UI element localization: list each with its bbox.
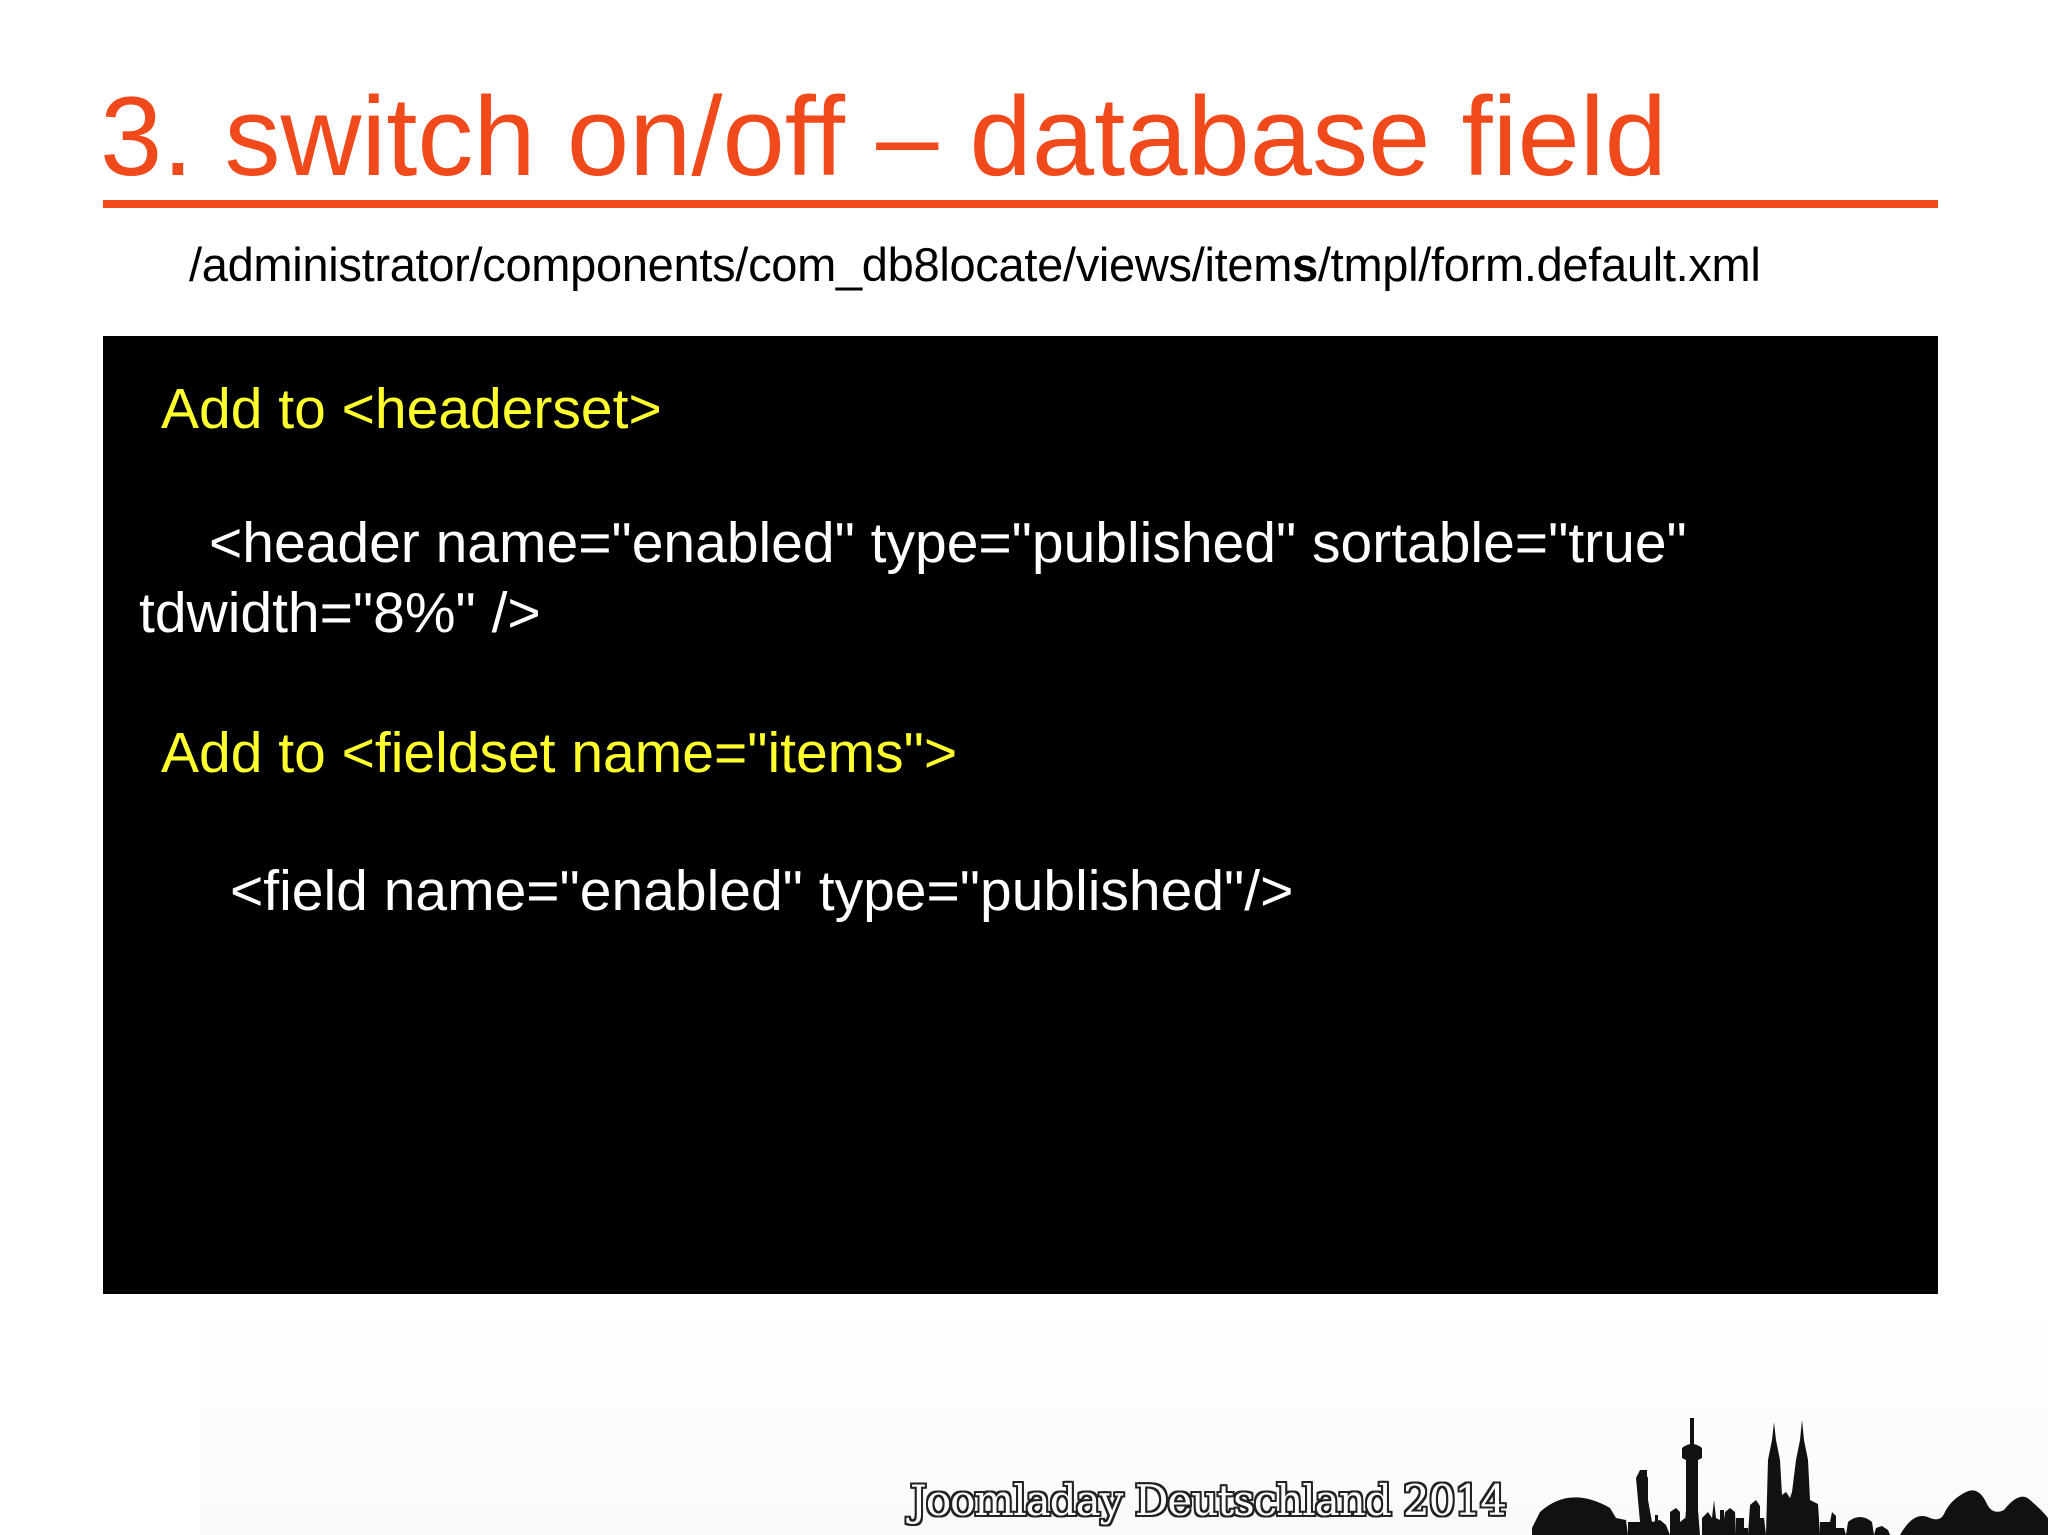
field-code-line: <field name="enabled" type="published"/> <box>230 859 1294 923</box>
headerset-label: Add to <headerset> <box>161 377 662 441</box>
file-path: /administrator/components/com_db8locate/… <box>189 238 1761 292</box>
header-code-line-2: tdwidth="8%" /> <box>139 581 541 645</box>
footer-event-name: Joomladay Deutschland 2014 <box>910 1476 1507 1525</box>
file-path-suffix: /tmpl/form.default.xml <box>1317 238 1761 291</box>
cologne-skyline-icon <box>1532 1418 2048 1535</box>
header-code-line-1: <header name="enabled" type="published" … <box>209 511 1687 575</box>
file-path-bold: s <box>1292 238 1318 291</box>
title-underline <box>103 200 1938 208</box>
code-block: Add to <headerset> <header name="enabled… <box>103 336 1938 1294</box>
slide-title: 3. switch on/off – database field <box>100 74 1667 199</box>
fieldset-label: Add to <fieldset name="items"> <box>161 721 958 785</box>
file-path-prefix: /administrator/components/com_db8locate/… <box>189 238 1293 291</box>
